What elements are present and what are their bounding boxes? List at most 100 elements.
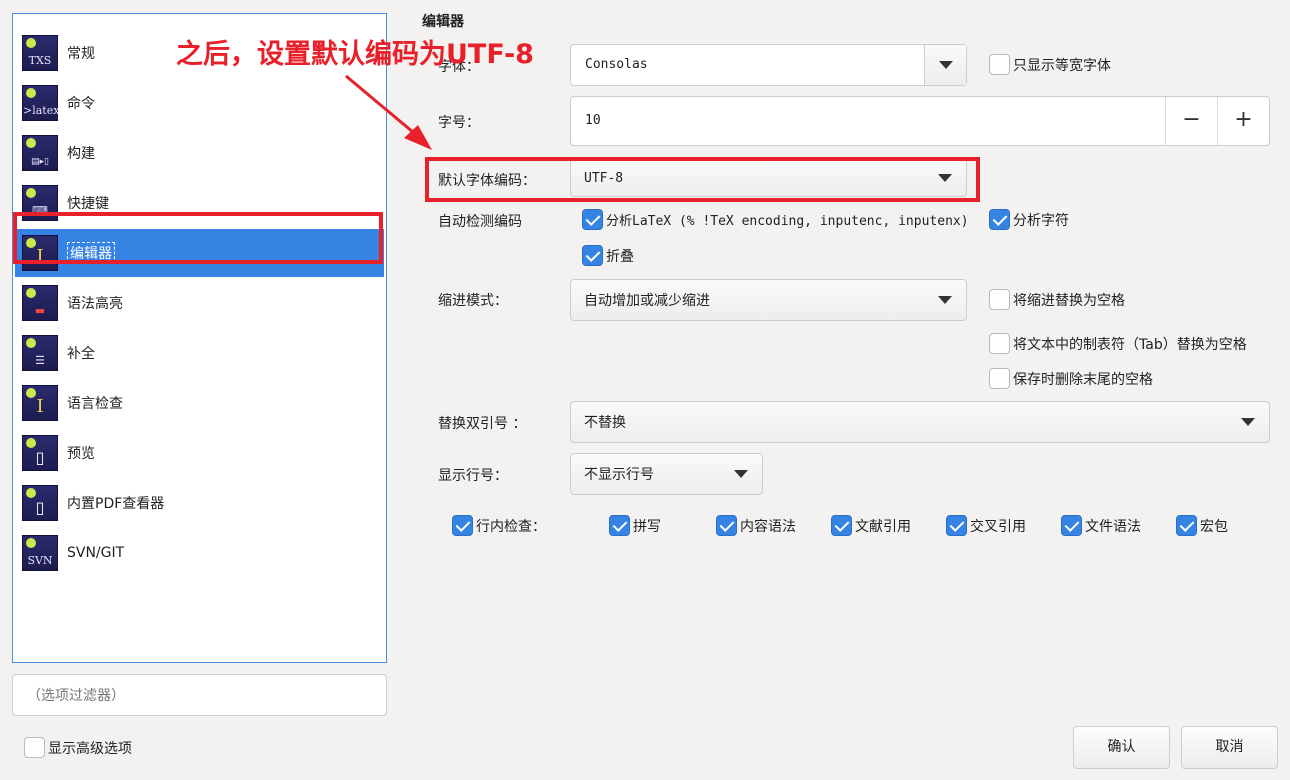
annotation-highlight-editor (13, 212, 383, 264)
preview-icon: ▯ (22, 435, 58, 471)
checkbox-box[interactable] (989, 289, 1010, 310)
monospace-only-checkbox[interactable]: 只显示等宽字体 (989, 54, 1111, 75)
inline-check-checkbox[interactable]: 行内检查： (452, 515, 546, 536)
quotes-label: 替换双引号 ： (438, 416, 527, 432)
sidebar-item-svn-git[interactable]: SVN SVN/GIT (15, 529, 384, 577)
category-list: TXS 常规 >latex 命令 ▤▸▯ 构建 ⌨ 快捷键 I 编辑器 ▬ 语法… (12, 13, 387, 663)
citation-checkbox[interactable]: 文献引用 (831, 515, 911, 536)
tab-spaces-checkbox[interactable]: 将文本中的制表符（Tab）替换为空格 (989, 333, 1247, 354)
size-value: 10 (585, 113, 601, 128)
sidebar-item-preview[interactable]: ▯ 预览 (15, 429, 384, 477)
checkbox-box[interactable] (989, 54, 1010, 75)
caret-down-icon (939, 61, 953, 69)
sidebar-item-pdf-viewer[interactable]: ▯ 内置PDF查看器 (15, 479, 384, 527)
annotation-arrow-icon (345, 74, 432, 150)
spellcheck-icon: I (22, 385, 58, 421)
sidebar-item-label: 常规 (67, 46, 95, 62)
fold-label: 折叠 (606, 248, 634, 265)
checkbox-box[interactable] (716, 515, 737, 536)
sidebar-item-commands[interactable]: >latex 命令 (15, 79, 384, 127)
autodetect-label: 自动检测编码 (438, 214, 522, 230)
checkbox-box[interactable] (989, 209, 1010, 230)
option-filter-input[interactable]: （选项过滤器） (12, 674, 387, 716)
increment-button[interactable]: + (1217, 97, 1269, 145)
caret-down-icon (734, 470, 748, 478)
indent-mode-combobox[interactable]: 自动增加或减少缩进 (570, 279, 967, 321)
show-advanced-checkbox[interactable]: 显示高级选项 (24, 737, 132, 758)
checkbox-box[interactable] (946, 515, 967, 536)
detect-chars-checkbox[interactable]: 分析字符 (989, 209, 1069, 230)
svn-icon: SVN (22, 535, 58, 571)
caret-down-icon (938, 296, 952, 304)
sidebar-item-label: 构建 (67, 146, 95, 162)
annotation-highlight-encoding (425, 157, 980, 202)
indent-value: 自动增加或减少缩进 (584, 293, 710, 309)
sidebar-item-label: SVN/GIT (67, 545, 125, 561)
inline-check-label: 行内检查： (476, 518, 546, 535)
annotation-text: 之后，设置默认编码为UTF-8 (176, 39, 534, 70)
font-dropdown-button[interactable] (924, 45, 966, 85)
spelling-label: 拼写 (633, 518, 661, 535)
caret-down-icon (1241, 418, 1255, 426)
highlight-icon: ▬ (22, 285, 58, 321)
checkbox-box[interactable] (831, 515, 852, 536)
checkbox-box[interactable] (989, 368, 1010, 389)
font-size-spinbox[interactable]: 10 − + (570, 96, 1270, 146)
completion-icon: ☰ (22, 335, 58, 371)
spelling-checkbox[interactable]: 拼写 (609, 515, 661, 536)
line-number-combobox[interactable]: 不显示行号 (570, 453, 763, 495)
package-checkbox[interactable]: 宏包 (1176, 515, 1228, 536)
tab-spaces-label: 将文本中的制表符（Tab）替换为空格 (1013, 336, 1247, 353)
checkbox-box[interactable] (989, 333, 1010, 354)
sidebar-item-label: 快捷键 (67, 196, 109, 212)
quotes-value: 不替换 (584, 415, 626, 431)
trim-spaces-checkbox[interactable]: 保存时删除末尾的空格 (989, 368, 1153, 389)
sidebar-item-build[interactable]: ▤▸▯ 构建 (15, 129, 384, 177)
show-advanced-label: 显示高级选项 (48, 740, 132, 757)
sidebar-item-completion[interactable]: ☰ 补全 (15, 329, 384, 377)
build-icon: ▤▸▯ (22, 135, 58, 171)
section-title: 编辑器 (422, 14, 464, 30)
checkbox-box[interactable] (1061, 515, 1082, 536)
ok-button[interactable]: 确认 (1073, 726, 1170, 769)
cancel-button[interactable]: 取消 (1181, 726, 1278, 769)
checkbox-box[interactable] (582, 209, 603, 230)
quotes-combobox[interactable]: 不替换 (570, 401, 1270, 443)
txs-icon: TXS (22, 35, 58, 71)
detect-chars-label: 分析字符 (1013, 212, 1069, 229)
file-syntax-checkbox[interactable]: 文件语法 (1061, 515, 1141, 536)
sidebar-item-label: 命令 (67, 96, 95, 112)
monospace-only-label: 只显示等宽字体 (1013, 57, 1111, 74)
decrement-button[interactable]: − (1165, 97, 1217, 145)
checkbox-box[interactable] (1176, 515, 1197, 536)
latex-icon: >latex (22, 85, 59, 121)
indent-spaces-checkbox[interactable]: 将缩进替换为空格 (989, 289, 1125, 310)
cross-ref-checkbox[interactable]: 交叉引用 (946, 515, 1026, 536)
checkbox-box[interactable] (609, 515, 630, 536)
linenum-value: 不显示行号 (584, 467, 654, 483)
trim-spaces-label: 保存时删除末尾的空格 (1013, 371, 1153, 388)
size-label: 字号： (438, 115, 480, 131)
checkbox-box[interactable] (452, 515, 473, 536)
font-combobox[interactable]: Consolas (570, 44, 967, 86)
sidebar-item-label: 内置PDF查看器 (67, 496, 165, 512)
sidebar-item-label: 补全 (67, 346, 95, 362)
sidebar-item-syntax-highlight[interactable]: ▬ 语法高亮 (15, 279, 384, 327)
fold-checkbox[interactable]: 折叠 (582, 245, 634, 266)
cross-ref-label: 交叉引用 (970, 518, 1026, 535)
linenum-label: 显示行号： (438, 468, 508, 484)
pdf-icon: ▯ (22, 485, 58, 521)
sidebar-item-language-check[interactable]: I 语言检查 (15, 379, 384, 427)
file-syntax-label: 文件语法 (1085, 518, 1141, 535)
grammar-label: 内容语法 (740, 518, 796, 535)
sidebar-item-label: 语言检查 (67, 396, 123, 412)
grammar-checkbox[interactable]: 内容语法 (716, 515, 796, 536)
checkbox-box[interactable] (582, 245, 603, 266)
detect-latex-label: 分析LaTeX (% !TeX encoding, inputenc, inpu… (606, 214, 969, 229)
sidebar-item-label: 预览 (67, 446, 95, 462)
font-value: Consolas (585, 57, 648, 72)
detect-latex-checkbox[interactable]: 分析LaTeX (% !TeX encoding, inputenc, inpu… (582, 209, 969, 230)
checkbox-box[interactable] (24, 737, 45, 758)
indent-label: 缩进模式： (438, 293, 508, 309)
citation-label: 文献引用 (855, 518, 911, 535)
